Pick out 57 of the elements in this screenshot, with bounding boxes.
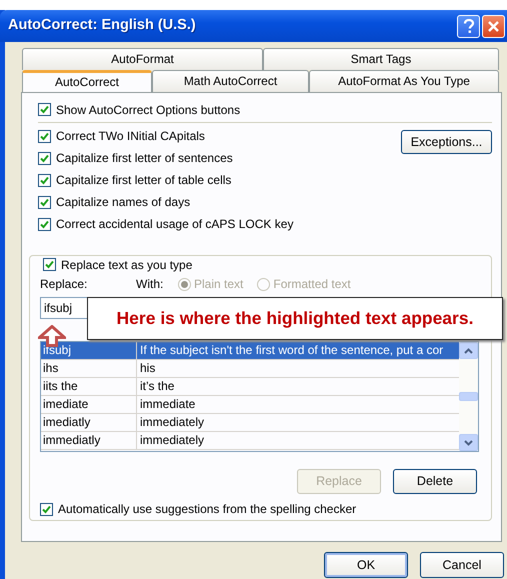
table-cell-text: immediately: [139, 432, 206, 449]
checkbox[interactable]: [38, 103, 51, 116]
checkbox-label: Capitalize first letter of table cells: [56, 172, 232, 189]
list-row[interactable]: immediatly immediately: [41, 432, 459, 450]
checkbox-label: Correct TWo INitial CApitals: [56, 128, 205, 145]
scroll-up-icon[interactable]: [459, 342, 478, 359]
table-cell: ihs: [41, 360, 137, 377]
help-icon[interactable]: [457, 14, 480, 38]
table-cell: iits the: [41, 378, 137, 395]
checkbox[interactable]: [38, 218, 51, 230]
table-cell-text: immediately: [139, 414, 206, 431]
dialog-button[interactable]: Delete: [393, 469, 477, 494]
tab[interactable]: AutoFormat: [22, 48, 263, 70]
up-arrow-icon: [38, 325, 66, 347]
dialog-button[interactable]: OK: [324, 552, 408, 578]
checkbox-label: Correct accidental usage of cAPS LOCK key: [56, 216, 294, 233]
checkbox[interactable]: [43, 258, 56, 271]
exceptions-button[interactable]: Exceptions...: [401, 130, 492, 154]
checkbox[interactable]: [38, 152, 51, 164]
table-cell: immediatly: [41, 432, 137, 449]
checkbox[interactable]: [38, 130, 51, 142]
table-cell-text: it’s the: [139, 378, 176, 395]
dialog-button[interactable]: Cancel: [420, 552, 504, 578]
checkbox-label: Capitalize first letter of sentences: [56, 150, 233, 167]
checkbox-label: Automatically use suggestions from the spelling checker: [58, 501, 356, 518]
list-row[interactable]: ihs his: [41, 360, 459, 378]
scrollbar[interactable]: [459, 342, 478, 451]
callout: Here is where the highlighted text appears.: [87, 297, 503, 340]
checkbox-label: Replace text as you type: [61, 256, 192, 274]
checkbox[interactable]: [38, 174, 51, 186]
scroll-down-icon[interactable]: [459, 434, 478, 451]
list-row[interactable]: iits the it’s the: [41, 378, 459, 396]
list-row[interactable]: imediatly immediately: [41, 414, 459, 432]
radio-label: Plain text: [194, 276, 244, 293]
table-cell: imediate: [41, 396, 137, 413]
checkbox[interactable]: [38, 196, 51, 208]
field-label: Replace:: [40, 276, 88, 293]
table-cell-text: immediate: [139, 396, 196, 413]
tab[interactable]: Math AutoCorrect: [152, 70, 309, 92]
close-icon[interactable]: [482, 14, 505, 38]
list-row[interactable]: ifsubj If the subject isn't the first word of the sentence, put a cor: [41, 342, 459, 360]
table-cell-text: his: [139, 360, 156, 377]
tab[interactable]: Smart Tags: [263, 48, 499, 70]
tab[interactable]: AutoFormat As You Type: [309, 70, 499, 92]
scroll-thumb[interactable]: [459, 392, 478, 401]
table-cell-text: If the subject isn't the first word of the sentence, put a cor: [139, 342, 444, 359]
radio-label: Formatted text: [273, 276, 351, 293]
checkbox-label: Show AutoCorrect Options buttons: [56, 102, 240, 118]
checkbox-label: Capitalize names of days: [56, 194, 190, 211]
dialog-button: Replace: [297, 469, 381, 494]
table-cell: imediatly: [41, 414, 137, 431]
field-label: With:: [136, 276, 164, 293]
input-field[interactable]: ifsubj: [40, 297, 90, 319]
window-title: AutoCorrect: English (U.S.): [8, 16, 197, 36]
checkbox[interactable]: [40, 502, 53, 516]
tab[interactable]: AutoCorrect: [22, 70, 152, 92]
list-row[interactable]: imediate immediate: [41, 396, 459, 414]
